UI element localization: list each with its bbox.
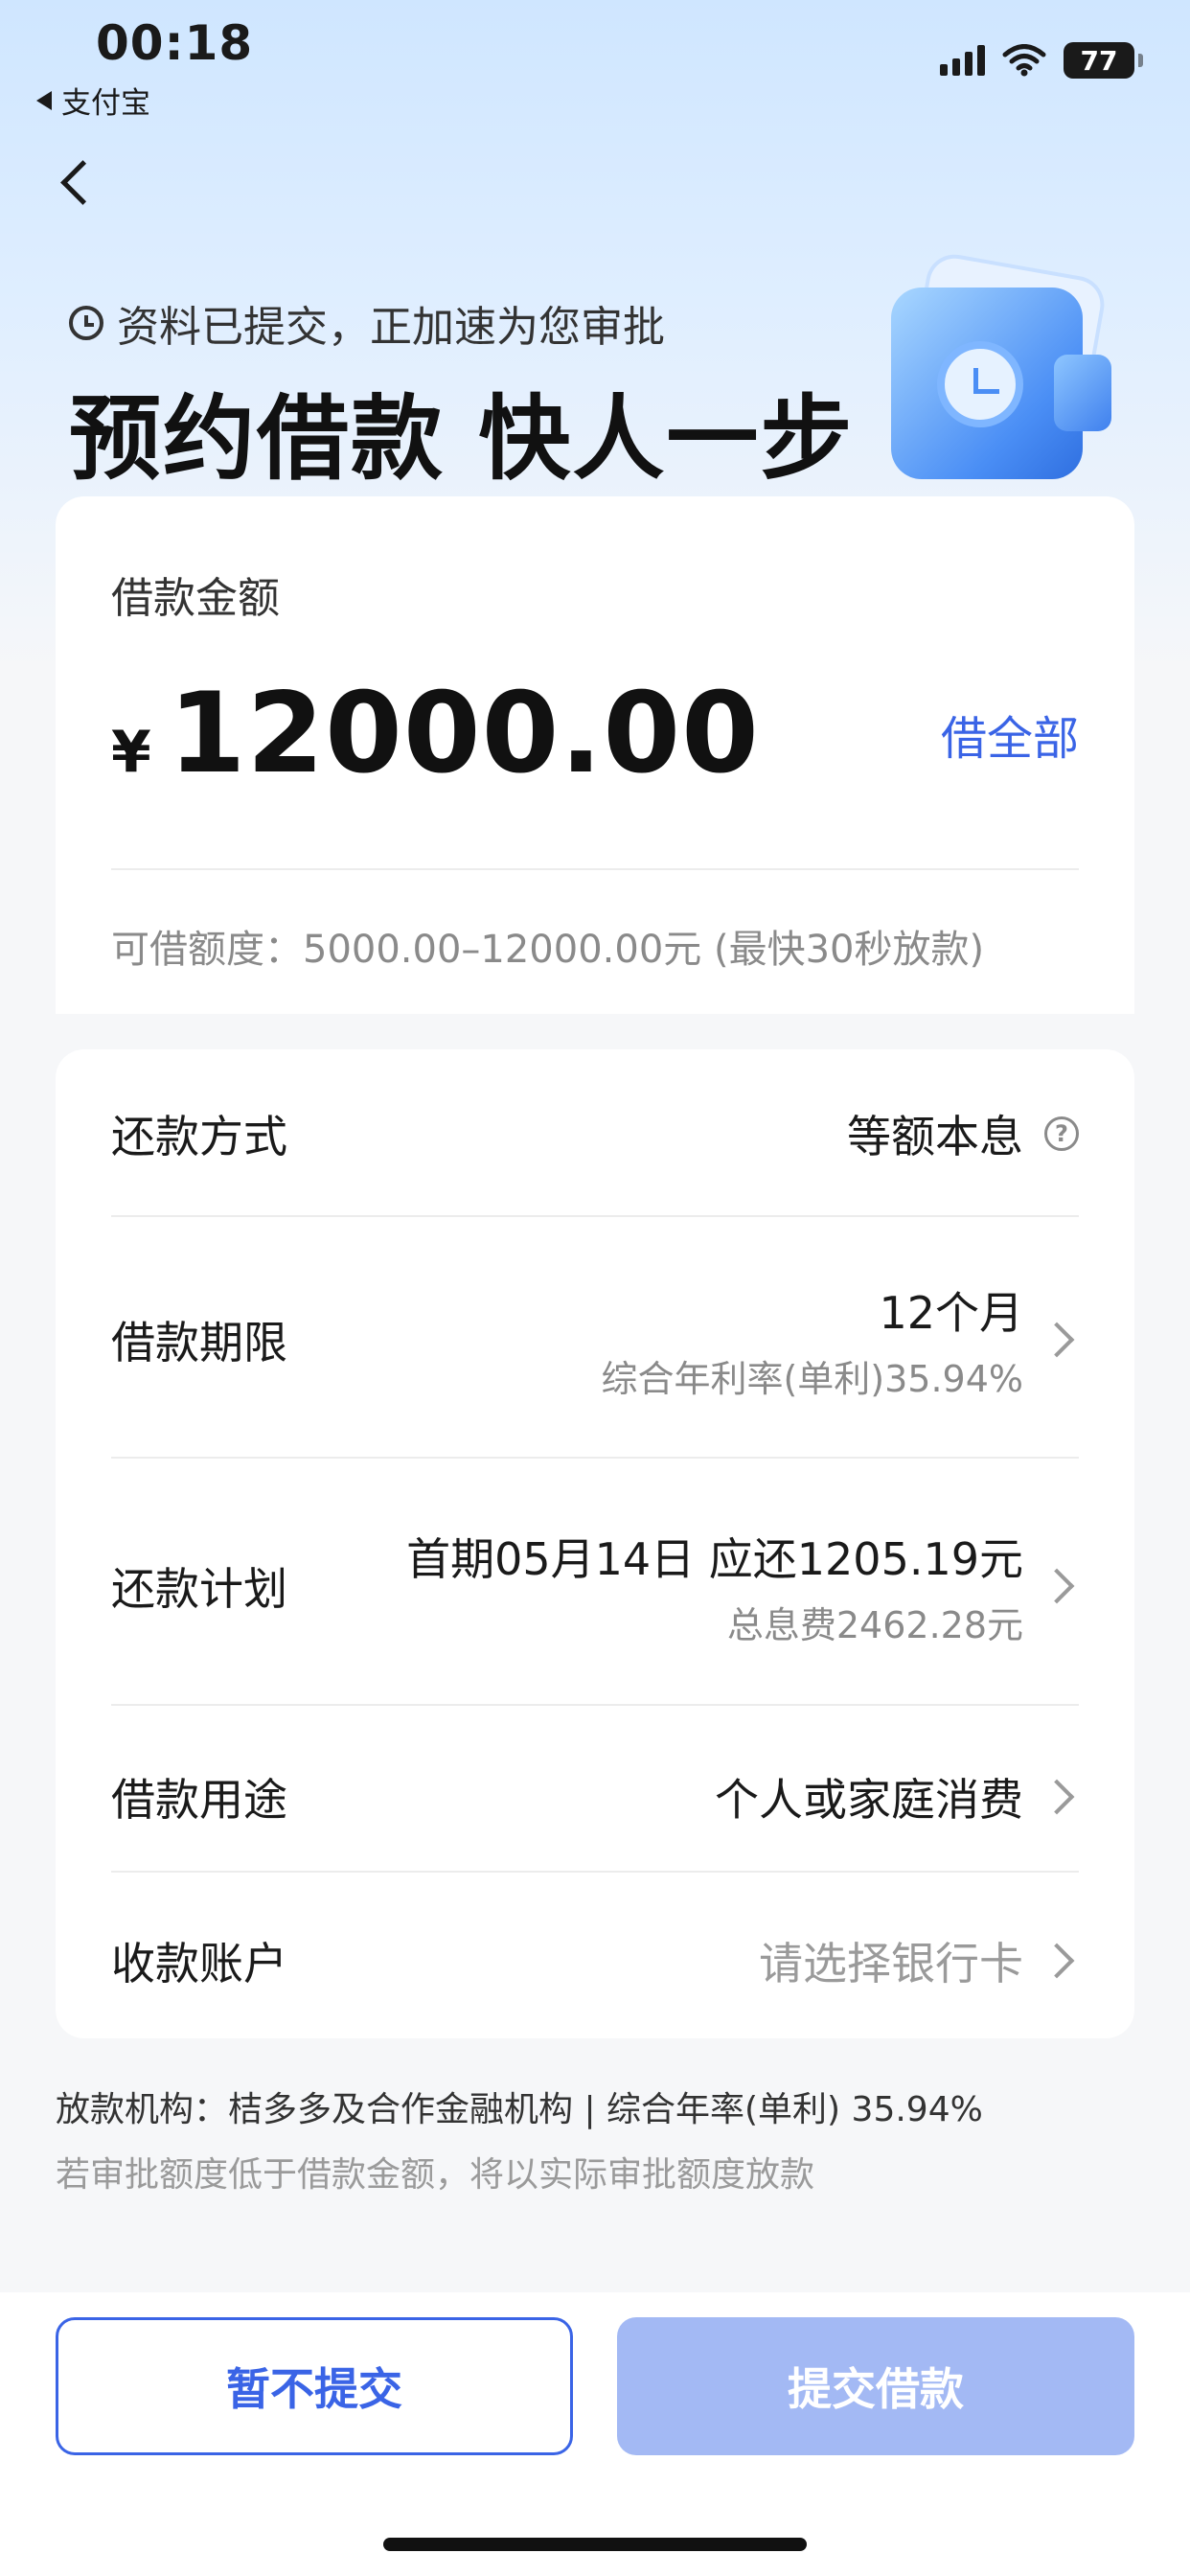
wallet-illustration-icon: [881, 254, 1131, 489]
loan-amount-label: 借款金额: [111, 574, 280, 623]
select-bank-card-placeholder: 请选择银行卡: [759, 1937, 1023, 1990]
loan-amount-card: 借款金额 ¥ 12000.00 借全部 可借额度：5000.00–12000.0…: [56, 496, 1134, 1014]
clock-icon: [69, 306, 103, 340]
divider: [111, 1457, 1079, 1459]
loan-term-label: 借款期限: [111, 1317, 287, 1368]
repayment-method-label: 还款方式: [111, 1111, 287, 1162]
chevron-right-icon: [1039, 1943, 1075, 1978]
receiving-account-label: 收款账户: [111, 1937, 287, 1990]
loan-purpose-value: 个人或家庭消费: [715, 1774, 1023, 1826]
submit-loan-button[interactable]: 提交借款: [617, 2317, 1134, 2455]
repayment-plan-label: 还款计划: [111, 1563, 287, 1615]
back-app-label: 支付宝: [61, 86, 150, 121]
status-time: 00:18: [96, 15, 254, 71]
page-headline: 预约借款 快人一步: [69, 385, 855, 493]
divider: [111, 1704, 1079, 1706]
battery-icon: 77: [1064, 42, 1143, 79]
available-credit-range: 可借额度：5000.00–12000.00元 (最快30秒放款): [111, 928, 985, 972]
loan-amount-value: 12000.00: [168, 669, 760, 798]
loan-purpose-row[interactable]: 借款用途 个人或家庭消费: [111, 1720, 1079, 1874]
loan-term-value: 12个月: [879, 1286, 1023, 1339]
lender-info: 放款机构：桔多多及合作金融机构 | 综合年率(单利) 35.94%: [56, 2090, 983, 2129]
submission-status-text: 资料已提交，正加速为您审批: [117, 303, 665, 352]
back-chevron-icon[interactable]: [56, 153, 113, 211]
currency-symbol: ¥: [111, 719, 151, 786]
status-icons: 77: [940, 42, 1143, 79]
back-to-app-link[interactable]: 支付宝: [36, 79, 150, 122]
receiving-account-row[interactable]: 收款账户 请选择银行卡: [111, 1881, 1079, 2039]
borrow-all-button[interactable]: 借全部: [941, 701, 1079, 768]
loan-term-row[interactable]: 借款期限 12个月 综合年利率(单利)35.94%: [111, 1230, 1079, 1450]
approval-notice: 若审批额度低于借款金额，将以实际审批额度放款: [56, 2155, 815, 2195]
repayment-plan-row[interactable]: 还款计划 首期05月14日 应还1205.19元 总息费2462.28元: [111, 1471, 1079, 1701]
help-question-icon[interactable]: ?: [1044, 1116, 1079, 1151]
chevron-right-icon: [1039, 1322, 1075, 1358]
not-submit-button[interactable]: 暂不提交: [56, 2317, 573, 2455]
divider: [111, 1871, 1079, 1873]
annual-rate-text: 综合年利率(单利)35.94%: [601, 1357, 1023, 1400]
repayment-method-value: 等额本息: [847, 1111, 1023, 1162]
chevron-right-icon: [1039, 1779, 1075, 1815]
total-interest-text: 总息费2462.28元: [726, 1603, 1023, 1646]
divider: [111, 868, 1079, 870]
repayment-method-row[interactable]: 还款方式 等额本息 ?: [111, 1076, 1079, 1191]
chevron-right-icon: [1039, 1568, 1075, 1604]
divider: [111, 1215, 1079, 1217]
home-indicator: [383, 2538, 807, 2551]
loan-purpose-label: 借款用途: [111, 1774, 287, 1826]
submission-status: 资料已提交，正加速为您审批: [69, 292, 665, 354]
loan-details-card: 还款方式 等额本息 ? 借款期限 12个月 综合年利率(单利)35.94% 还款…: [56, 1049, 1134, 2038]
first-payment-text: 首期05月14日 应还1205.19元: [406, 1532, 1023, 1585]
cellular-signal-icon: [940, 45, 985, 76]
wifi-icon: [1002, 44, 1046, 77]
loan-amount-input[interactable]: ¥ 12000.00: [111, 669, 760, 798]
back-triangle-icon: [36, 90, 52, 110]
